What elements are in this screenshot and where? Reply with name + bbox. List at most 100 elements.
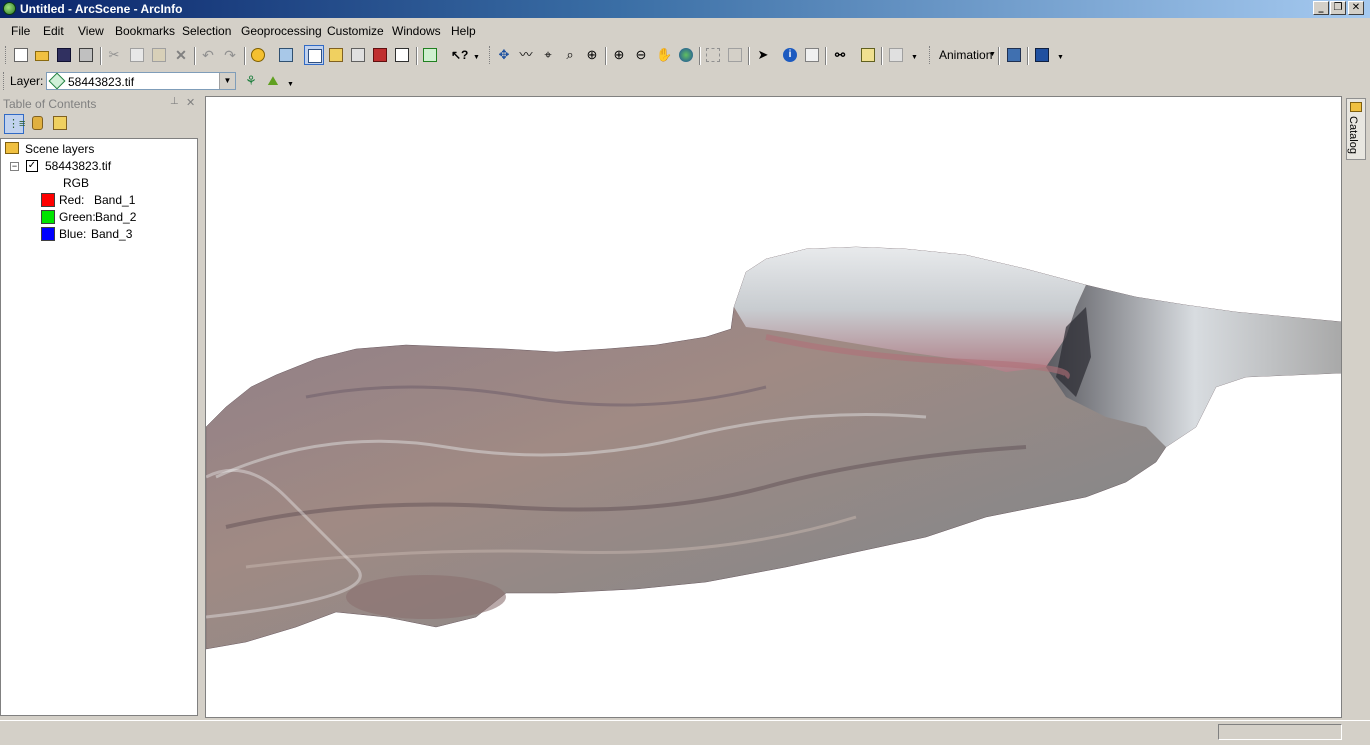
identify-button[interactable]: i xyxy=(780,45,800,65)
navigate-button[interactable]: ✥ xyxy=(494,45,514,65)
menu-windows[interactable]: Windows xyxy=(392,24,441,38)
printer-icon xyxy=(79,48,93,62)
toolbar-grip[interactable] xyxy=(5,46,9,64)
list-by-drawing-order-button[interactable]: ⋮≡ xyxy=(4,114,25,134)
zoom-to-target-button[interactable]: ⌕ xyxy=(560,45,580,65)
pan-button[interactable]: ✋ xyxy=(653,45,673,65)
minimize-button[interactable]: _ xyxy=(1313,1,1329,15)
cut-button[interactable]: ✂ xyxy=(104,45,124,65)
paste-icon xyxy=(152,48,166,62)
redo-button[interactable]: ↷ xyxy=(220,45,240,65)
undo-button[interactable]: ↶ xyxy=(198,45,218,65)
toolbar-options-icon[interactable]: ▼ xyxy=(472,51,481,65)
zoom-in-button[interactable]: ⊕ xyxy=(609,45,629,65)
measure-button[interactable] xyxy=(858,45,878,65)
copy-button[interactable] xyxy=(127,45,147,65)
target-center-button[interactable]: ⌖ xyxy=(538,45,558,65)
scene-properties-button[interactable] xyxy=(276,45,296,65)
menu-geoprocessing[interactable]: Geoprocessing xyxy=(241,24,322,38)
toolbar-grip[interactable] xyxy=(3,72,7,90)
menu-customize[interactable]: Customize xyxy=(327,24,384,38)
close-button[interactable]: ✕ xyxy=(1348,1,1364,15)
red-band-swatch[interactable] xyxy=(41,193,55,207)
layer-name[interactable]: 58443823.tif xyxy=(45,159,111,173)
list-by-visibility-button[interactable] xyxy=(50,114,70,134)
toolbar-options-icon[interactable]: ▼ xyxy=(286,78,295,92)
toolbox-button[interactable] xyxy=(370,45,390,65)
toc-window-icon xyxy=(308,49,322,63)
menu-bookmarks[interactable]: Bookmarks xyxy=(115,24,175,38)
animation-menu[interactable]: Animation xyxy=(939,48,992,62)
blue-channel-label: Blue: xyxy=(59,227,87,241)
green-band-label: Band_2 xyxy=(95,210,137,224)
full-extent-button[interactable] xyxy=(676,45,696,65)
observer-icon: ⊕ xyxy=(586,47,598,62)
catalog-tab[interactable]: Catalog xyxy=(1346,98,1366,160)
toolbar-grip[interactable] xyxy=(489,46,493,64)
save-button[interactable] xyxy=(54,45,74,65)
select-box-icon xyxy=(706,48,720,62)
popup-icon xyxy=(805,48,819,62)
animation-controls-button[interactable] xyxy=(1032,45,1052,65)
zoom-out-button[interactable]: ⊖ xyxy=(631,45,651,65)
window-title: Untitled - ArcScene - ArcInfo xyxy=(20,2,183,16)
list-by-source-button[interactable] xyxy=(28,114,48,134)
fly-button[interactable]: 〰 xyxy=(516,45,536,65)
select-elements-button[interactable]: ➤ xyxy=(753,45,773,65)
modelbuilder-button[interactable] xyxy=(420,45,440,65)
new-document-button[interactable] xyxy=(11,45,31,65)
layer-dropdown[interactable]: 58443823.tif ▼ xyxy=(46,72,236,90)
toc-header: Table of Contents ⊥ ✕ xyxy=(0,96,202,111)
print-button[interactable] xyxy=(76,45,96,65)
green-band-swatch[interactable] xyxy=(41,210,55,224)
clear-selection-button[interactable] xyxy=(725,45,745,65)
open-button[interactable] xyxy=(32,45,52,65)
layer-transparency-button[interactable]: ⚘ xyxy=(241,71,261,91)
html-popup-button[interactable] xyxy=(802,45,822,65)
capture-view-button[interactable] xyxy=(1004,45,1024,65)
paste-button[interactable] xyxy=(149,45,169,65)
arctoolbox-button[interactable] xyxy=(326,45,346,65)
menu-file[interactable]: File xyxy=(11,24,30,38)
toolbar-options-icon[interactable]: ▼ xyxy=(1056,51,1065,65)
add-data-button[interactable] xyxy=(248,45,268,65)
layer-shading-button[interactable]: ⛰ xyxy=(263,71,283,91)
layer-visibility-checkbox[interactable]: ✓ xyxy=(26,160,38,172)
scene-icon xyxy=(279,48,293,62)
red-band-label: Band_1 xyxy=(94,193,136,207)
toc-title: Table of Contents xyxy=(3,97,97,111)
catalog-tab-label: Catalog xyxy=(1346,116,1359,154)
table-of-contents-button[interactable] xyxy=(304,45,324,65)
time-slider-button[interactable] xyxy=(886,45,906,65)
menu-help[interactable]: Help xyxy=(451,24,476,38)
toolbar-separator xyxy=(1027,47,1029,65)
find-button[interactable]: ⚯ xyxy=(830,45,850,65)
scene-layers-label[interactable]: Scene layers xyxy=(25,142,94,156)
python-icon xyxy=(395,48,409,62)
menu-view[interactable]: View xyxy=(78,24,104,38)
delete-button[interactable]: ✕ xyxy=(171,45,191,65)
whats-this-button[interactable]: ↖? xyxy=(448,45,468,65)
pin-icon[interactable]: ⊥ xyxy=(170,96,179,107)
toolbar-grip[interactable] xyxy=(929,46,933,64)
folder-open-icon xyxy=(35,51,49,61)
animation-dropdown-icon[interactable]: ▼ xyxy=(989,51,996,58)
chevron-down-icon[interactable]: ▼ xyxy=(219,73,235,89)
collapse-icon[interactable]: − xyxy=(10,162,19,171)
set-observer-button[interactable]: ⊕ xyxy=(582,45,602,65)
shading-icon: ⛰ xyxy=(267,73,279,88)
toolbar-options-icon[interactable]: ▼ xyxy=(910,51,919,65)
blue-band-swatch[interactable] xyxy=(41,227,55,241)
menu-edit[interactable]: Edit xyxy=(43,24,64,38)
toolbar-separator xyxy=(881,47,883,65)
restore-button[interactable]: ❐ xyxy=(1330,1,1346,15)
scene-viewer[interactable] xyxy=(205,96,1342,718)
transparency-icon: ⚘ xyxy=(245,73,257,88)
menu-selection[interactable]: Selection xyxy=(182,24,231,38)
select-by-box-button[interactable] xyxy=(703,45,723,65)
python-window-button[interactable] xyxy=(392,45,412,65)
arcscene-app-icon[interactable] xyxy=(3,2,16,15)
search-window-button[interactable] xyxy=(348,45,368,65)
close-icon[interactable]: ✕ xyxy=(186,96,195,109)
toolbar-separator xyxy=(194,47,196,65)
